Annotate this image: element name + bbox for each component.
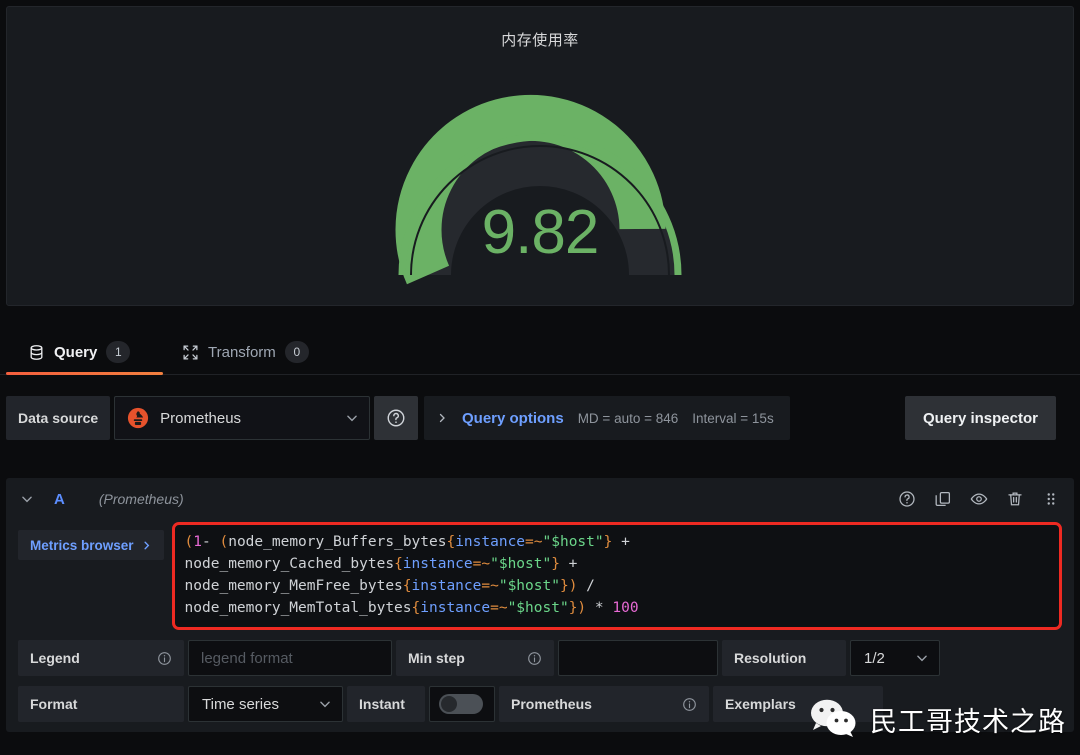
tab-query[interactable]: Query 1 <box>16 330 142 374</box>
max-data-points-info: MD = auto = 846 <box>577 410 679 426</box>
transform-icon <box>183 344 198 360</box>
chevron-down-icon <box>320 701 330 708</box>
toggle-track <box>439 694 483 714</box>
query-editor-body: Metrics browser (1- (node_memory_Buffers… <box>6 520 1074 640</box>
editor-tabs: Query 1 Transform 0 <box>0 330 1080 375</box>
panel-preview: 内存使用率 9.82 <box>6 6 1074 306</box>
resolution-select[interactable]: 1/2 <box>850 640 940 676</box>
tab-transform-label: Transform <box>208 343 276 361</box>
trash-icon[interactable] <box>1006 490 1024 508</box>
eye-icon[interactable] <box>970 490 988 508</box>
prometheus-option-label: Prometheus <box>499 686 709 722</box>
query-options-toggle[interactable]: Query options <box>462 410 564 427</box>
gauge-chart: 9.82 <box>380 69 700 289</box>
interval-info: Interval = 15s <box>692 410 774 426</box>
query-options-row-1: Legend legend format Min step Resolution <box>6 640 1074 686</box>
format-value: Time series <box>202 695 279 713</box>
metrics-browser-button[interactable]: Metrics browser <box>18 530 164 560</box>
info-icon[interactable] <box>527 651 542 666</box>
format-select[interactable]: Time series <box>188 686 343 722</box>
query-options-bar: Query options MD = auto = 846 Interval =… <box>424 396 790 440</box>
toggle-knob <box>441 696 457 712</box>
query-row-header: A (Prometheus) <box>6 478 1074 520</box>
chevron-right-icon <box>439 413 445 423</box>
min-step-label: Min step <box>396 640 554 676</box>
database-icon <box>30 344 43 360</box>
query-expression-highlight-box: (1- (node_memory_Buffers_bytes{instance=… <box>171 522 1062 630</box>
help-circle-icon[interactable] <box>898 490 916 508</box>
chevron-right-icon <box>143 541 149 549</box>
resolution-label-text: Resolution <box>734 650 807 666</box>
page-title: 内存使用率 <box>501 32 579 49</box>
min-step-label-text: Min step <box>408 650 465 666</box>
legend-format-input[interactable]: legend format <box>188 640 392 676</box>
panel-editor: 内存使用率 9.82 Query 1 Transform 0 Data sour… <box>0 0 1080 755</box>
format-label: Format <box>18 686 184 722</box>
query-expression-editor[interactable]: (1- (node_memory_Buffers_bytes{instance=… <box>185 531 1049 619</box>
datasource-value: Prometheus <box>160 409 242 427</box>
duplicate-icon[interactable] <box>934 490 952 508</box>
legend-label: Legend <box>18 640 184 676</box>
drag-handle-icon[interactable] <box>1042 490 1060 508</box>
instant-toggle[interactable] <box>429 686 495 722</box>
datasource-help-button[interactable] <box>374 396 419 440</box>
legend-label-text: Legend <box>30 650 80 666</box>
resolution-label: Resolution <box>722 640 846 676</box>
format-label-text: Format <box>30 696 78 712</box>
exemplars-label-text: Exemplars <box>725 696 796 712</box>
tab-transform-badge: 0 <box>284 341 309 363</box>
datasource-row: Data source Prometheus <box>6 396 419 440</box>
tab-transform[interactable]: Transform 0 <box>170 330 321 374</box>
info-icon[interactable] <box>682 697 697 712</box>
tab-query-label: Query <box>54 343 98 361</box>
query-datasource-name: (Prometheus) <box>98 491 184 507</box>
help-circle-icon <box>387 409 405 427</box>
resolution-value: 1/2 <box>864 649 885 667</box>
instant-label: Instant <box>347 686 425 722</box>
query-options-row-2: Format Time series Instant Prometheus Ex… <box>6 686 1074 732</box>
tab-query-badge: 1 <box>106 341 131 363</box>
prometheus-option-text: Prometheus <box>511 696 592 712</box>
datasource-picker[interactable]: Prometheus <box>114 396 371 440</box>
metrics-browser-label: Metrics browser <box>30 537 134 553</box>
exemplars-label: Exemplars <box>713 686 883 722</box>
chevron-down-icon <box>347 415 357 422</box>
datasource-label: Data source <box>6 396 111 440</box>
prometheus-icon <box>128 407 149 429</box>
gauge-value-text: 9.82 <box>481 198 600 267</box>
chevron-down-icon[interactable] <box>20 492 34 506</box>
query-refid[interactable]: A <box>54 491 65 508</box>
min-step-input[interactable] <box>558 640 718 676</box>
instant-label-text: Instant <box>359 696 405 712</box>
active-tab-indicator <box>6 372 163 375</box>
chevron-down-icon <box>917 655 927 662</box>
query-row-actions <box>898 478 1060 520</box>
query-row-a: A (Prometheus) Metrics browser (1- (node… <box>6 478 1074 732</box>
info-icon[interactable] <box>157 651 172 666</box>
query-inspector-button[interactable]: Query inspector <box>904 396 1056 440</box>
